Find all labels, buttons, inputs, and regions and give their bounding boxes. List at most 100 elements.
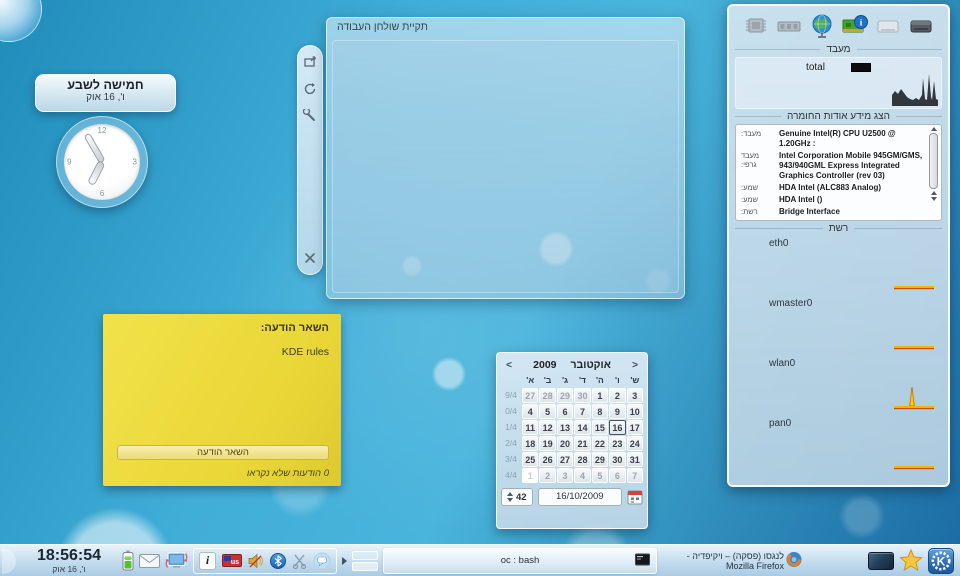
calendar-day-cell[interactable]: 19 [539, 436, 555, 451]
scrollbar-thumb[interactable] [929, 133, 938, 189]
scroll-down-icon[interactable] [931, 197, 937, 201]
klipper-icon[interactable] [292, 553, 307, 569]
calendar-day-cell[interactable]: 9 [609, 404, 625, 419]
folder-view-contents[interactable] [332, 40, 679, 293]
mail-icon[interactable] [139, 554, 160, 568]
calendar-next-button[interactable]: > [627, 360, 643, 371]
calendar-day-cell[interactable]: 6 [557, 404, 573, 419]
date-field[interactable]: 16/10/2009 [538, 488, 622, 506]
calendar-day-cell[interactable]: 3 [557, 468, 573, 483]
calendar-day-cell[interactable]: 6 [609, 468, 625, 483]
calendar-day-cell[interactable]: 16 [609, 420, 625, 435]
digital-clock[interactable]: 18:56:54 ו', 16 אוק [21, 548, 117, 574]
fuzzy-clock-widget[interactable]: חמישה לשבע ו', 16 אוק [35, 74, 176, 112]
calendar-day-cell[interactable]: 23 [609, 436, 625, 451]
tab-network[interactable] [807, 13, 837, 39]
kde-launcher-button[interactable]: K [928, 548, 954, 574]
show-desktop-button[interactable] [868, 552, 894, 570]
calendar-day-cell[interactable]: 27 [557, 452, 573, 467]
calendar-dow-label: ה' [592, 375, 608, 388]
scroll-up2-icon[interactable] [931, 191, 937, 195]
leave-message-widget[interactable]: השאר הודעה: KDE rules השאר הודעה 0 הודעו… [103, 314, 341, 486]
week-spinner[interactable]: 42 [501, 488, 533, 506]
calendar-day-cell[interactable]: 14 [574, 420, 590, 435]
calendar-day-cell[interactable]: 7 [574, 404, 590, 419]
network-traffic-graph [894, 384, 934, 412]
cpu-panel: total [735, 57, 942, 109]
calendar-day-cell[interactable]: 13 [557, 420, 573, 435]
rotate-icon[interactable] [303, 82, 317, 96]
calendar-day-cell[interactable]: 31 [627, 452, 643, 467]
scroll-up-icon[interactable] [931, 127, 937, 131]
calendar-day-cell[interactable]: 8 [592, 404, 608, 419]
calendar-day-cell[interactable]: 5 [592, 468, 608, 483]
calendar-day-cell[interactable]: 28 [539, 388, 555, 403]
calendar-day-cell[interactable]: 29 [592, 452, 608, 467]
calendar-day-cell[interactable]: 4 [574, 468, 590, 483]
desktop-1-pager-cell[interactable] [352, 551, 378, 560]
calendar-year[interactable]: 2009 [533, 359, 556, 371]
resize-icon[interactable] [303, 55, 317, 69]
task-button-firefox[interactable]: לנגסו (פסקה) – ויקיפדיה - Mozilla Firefo… [662, 548, 804, 574]
calendar-day-cell[interactable]: 2 [539, 468, 555, 483]
hwinfo-scrollbar[interactable] [928, 127, 939, 218]
calendar-day-cell[interactable]: 1 [522, 468, 538, 483]
bluetooth-icon[interactable] [270, 553, 286, 569]
calendar-day-cell[interactable]: 22 [592, 436, 608, 451]
calendar-day-cell[interactable]: 29 [557, 388, 573, 403]
calendar-day-cell[interactable]: 2 [609, 388, 625, 403]
tab-hardware-info[interactable]: i [840, 13, 870, 39]
tab-cpu[interactable] [741, 13, 771, 39]
calendar-day-cell[interactable]: 28 [574, 452, 590, 467]
calendar-day-cell[interactable]: 18 [522, 436, 538, 451]
calendar-day-cell[interactable]: 10 [627, 404, 643, 419]
panel-toolbox-icon[interactable] [2, 548, 16, 574]
calendar-day-cell[interactable]: 4 [522, 404, 538, 419]
system-monitor-widget[interactable]: i מעבד total הצג מידע אודות החומרה [727, 4, 950, 487]
display-settings-icon[interactable] [165, 551, 188, 570]
calendar-day-cell[interactable]: 12 [539, 420, 555, 435]
calendar-day-cell[interactable]: 1 [592, 388, 608, 403]
calendar-day-cell[interactable]: 25 [522, 452, 538, 467]
keyboard-layout-us-icon[interactable]: us [222, 554, 242, 567]
virtual-desktop-pager[interactable] [352, 549, 378, 573]
close-icon[interactable] [303, 251, 317, 265]
volume-icon[interactable] [248, 553, 264, 569]
applet-handle[interactable] [297, 45, 323, 275]
spinner-arrows-icon[interactable] [507, 492, 513, 502]
calendar-day-cell[interactable]: 26 [539, 452, 555, 467]
calendar-day-cell[interactable]: 30 [574, 388, 590, 403]
widgets-star-icon[interactable] [899, 549, 923, 572]
calendar-prev-button[interactable]: < [501, 360, 517, 371]
calendar-day-cell[interactable]: 24 [627, 436, 643, 451]
calendar-day-cell[interactable]: 15 [592, 420, 608, 435]
hardware-info-section-title[interactable]: הצג מידע אודות החומרה [735, 109, 942, 124]
battery-icon[interactable] [122, 550, 134, 571]
tab-disk-activity[interactable] [906, 13, 936, 39]
calendar-day-cell[interactable]: 21 [574, 436, 590, 451]
calendar-day-cell[interactable]: 27 [522, 388, 538, 403]
task-button-konsole[interactable]: oc : bash [383, 548, 657, 574]
calendar-day-cell[interactable]: 20 [557, 436, 573, 451]
desktop-2-pager-cell[interactable] [352, 562, 378, 571]
tray-expand-arrow-icon[interactable] [342, 557, 347, 565]
calendar-day-cell[interactable]: 11 [522, 420, 538, 435]
calendar-day-cell[interactable]: 30 [609, 452, 625, 467]
leave-message-button[interactable]: השאר הודעה [117, 445, 329, 460]
tab-memory[interactable] [774, 13, 804, 39]
calendar-widget[interactable]: < 2009 אוקטובר > א'ב'ג'ד'ה'ו'ש' 9/427282… [496, 352, 648, 529]
calendar-month[interactable]: אוקטובר [571, 359, 611, 371]
calendar-day-cell[interactable]: 17 [627, 420, 643, 435]
go-to-date-icon[interactable] [627, 489, 643, 505]
tab-disk-free[interactable] [873, 13, 903, 39]
plasma-toolbox-cashew-icon[interactable] [0, 0, 42, 42]
folder-view-widget[interactable]: תקיית שולחן העבודה [326, 17, 685, 299]
calendar-day-cell[interactable]: 3 [627, 388, 643, 403]
notifications-info-icon[interactable]: i [199, 552, 216, 570]
kopete-chat-icon[interactable] [313, 552, 331, 570]
configure-wrench-icon[interactable] [303, 109, 317, 123]
hw-row-value: HDA Intel () [779, 195, 925, 205]
analog-clock-widget[interactable]: 12 3 6 9 [56, 116, 148, 208]
calendar-day-cell[interactable]: 5 [539, 404, 555, 419]
calendar-day-cell[interactable]: 7 [627, 468, 643, 483]
